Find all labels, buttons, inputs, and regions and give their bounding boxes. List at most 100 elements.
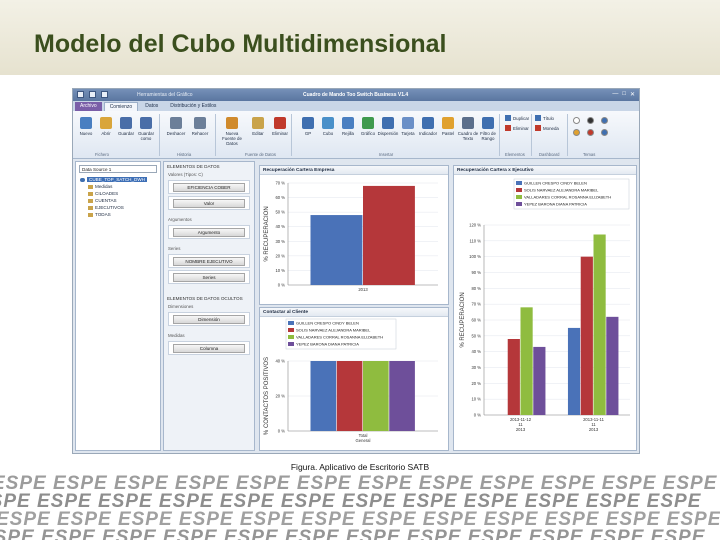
argument-item[interactable]: Argumento bbox=[173, 227, 245, 237]
series-item-nombre-ejecutivo[interactable]: NOMBRE EJECUTIVO bbox=[173, 256, 245, 266]
tree-root-cube[interactable]: CUBE_TOP_SATCH_DWH bbox=[80, 176, 160, 183]
y-tick-label: 0 % bbox=[278, 429, 285, 434]
bar bbox=[520, 307, 533, 415]
scatter-button[interactable]: Dispersión bbox=[377, 117, 399, 136]
hidden-items-header: Elementos de Datos Ocultos bbox=[167, 296, 243, 301]
remove-icon bbox=[505, 125, 511, 131]
data-source-select[interactable]: Data Source 1 bbox=[79, 165, 157, 173]
tree-item[interactable]: CILOADES bbox=[80, 190, 160, 197]
ribbon-button-label: Gráfico bbox=[360, 131, 376, 136]
save-as-button[interactable]: Guardar como bbox=[135, 117, 157, 141]
tab-datos[interactable]: Datos bbox=[140, 102, 163, 111]
y-tick-label: 90 % bbox=[471, 270, 481, 275]
series-item-series[interactable]: Series bbox=[173, 272, 245, 282]
ribbon-button-label: Rejilla bbox=[342, 131, 354, 136]
dimension-item[interactable]: Dimensión bbox=[173, 314, 245, 324]
currency-icon bbox=[535, 125, 541, 131]
app-menu-icon[interactable] bbox=[77, 91, 84, 98]
chart-contactar: 0 %20 %40 %% CONTACTOS POSITIVOSTotalGen… bbox=[264, 318, 438, 443]
small-button-label: Moneda bbox=[543, 125, 559, 131]
tree-item[interactable]: Medidas bbox=[80, 183, 160, 190]
y-tick-label: 0 % bbox=[278, 283, 285, 288]
y-tick-label: 40 % bbox=[471, 349, 481, 354]
theme-swatch-icon[interactable] bbox=[573, 117, 580, 124]
y-axis-label: % RECUPERACION bbox=[264, 206, 270, 261]
window-controls: — □ ✕ bbox=[612, 91, 635, 98]
espe-watermark: ESPE ESPE ESPE ESPE ESPE ESPE ESPE ESPE … bbox=[0, 471, 720, 540]
data-source-button[interactable]: Nueva Fuente de Datos bbox=[221, 117, 243, 146]
currency-button[interactable]: Moneda bbox=[535, 125, 559, 131]
tab-archivo[interactable]: Archivo bbox=[75, 102, 102, 111]
pivot-icon bbox=[302, 117, 314, 129]
tab-distribucion[interactable]: Distribución y Estilos bbox=[165, 102, 221, 111]
close-icon[interactable]: ✕ bbox=[630, 91, 635, 98]
data-items-panel: Elementos de Datos Valores (Tipos: C) EF… bbox=[163, 161, 255, 451]
ribbon-button-label: Filtro de Rango bbox=[480, 131, 496, 141]
maximize-icon[interactable]: □ bbox=[622, 91, 626, 98]
tree-item-label: Medidas bbox=[95, 184, 113, 189]
quick-undo-icon[interactable] bbox=[101, 91, 108, 98]
x-tick-label: 2013 bbox=[589, 427, 599, 432]
value-item-valor[interactable]: Valor bbox=[173, 198, 245, 208]
card-button[interactable]: Tarjeta bbox=[397, 117, 419, 136]
tree-item-label: CILOADES bbox=[95, 191, 119, 196]
window-titlebar: Herramientas del Gráfico Cuadro de Mando… bbox=[73, 89, 639, 101]
gauge-button[interactable]: Indicador bbox=[417, 117, 439, 136]
legend-swatch bbox=[516, 181, 522, 185]
bar bbox=[310, 361, 337, 431]
tree-item[interactable]: EJECUTIVOS bbox=[80, 204, 160, 211]
theme-swatch-icon[interactable] bbox=[587, 117, 594, 124]
cube-icon bbox=[322, 117, 334, 129]
series-well-2: Series bbox=[168, 270, 250, 284]
theme-swatch-icon[interactable] bbox=[601, 117, 608, 124]
redo-icon bbox=[194, 117, 206, 129]
range-filter-button[interactable]: Filtro de Rango bbox=[477, 117, 499, 141]
tree-item[interactable]: CUENTAS bbox=[80, 197, 160, 204]
duplicate-icon bbox=[505, 115, 511, 121]
edit-button[interactable]: Editar bbox=[247, 117, 269, 136]
folder-icon bbox=[88, 205, 93, 210]
gauge-icon bbox=[422, 117, 434, 129]
duplicate-button[interactable]: Duplicar bbox=[505, 115, 529, 121]
undo-button[interactable]: Deshacer bbox=[165, 117, 187, 136]
quick-save-icon[interactable] bbox=[89, 91, 96, 98]
legend-swatch bbox=[288, 342, 294, 346]
series-well: NOMBRE EJECUTIVO bbox=[168, 254, 250, 268]
small-button-label: Duplicar bbox=[513, 115, 530, 121]
cube-button[interactable]: Cubo bbox=[317, 117, 339, 136]
y-tick-label: 40 % bbox=[275, 224, 285, 229]
value-item-eficiencia[interactable]: EFICIENCIA COBER bbox=[173, 182, 245, 192]
theme-swatch-icon[interactable] bbox=[587, 129, 594, 136]
remove-button[interactable]: Eliminar bbox=[505, 125, 529, 131]
delete-button[interactable]: Eliminar bbox=[269, 117, 291, 136]
grid-button[interactable]: Rejilla bbox=[337, 117, 359, 136]
ribbon-button-label: Abrir bbox=[101, 131, 111, 136]
title-button[interactable]: Título bbox=[535, 115, 554, 121]
bar bbox=[580, 256, 593, 415]
chart-button[interactable]: Gráfico bbox=[357, 117, 379, 136]
pie-button[interactable]: Pastel bbox=[437, 117, 459, 136]
pivot-button[interactable]: GP bbox=[297, 117, 319, 136]
measures-well: Columna bbox=[168, 341, 250, 355]
measure-item[interactable]: Columna bbox=[173, 343, 245, 353]
open-folder-button[interactable]: Abrir bbox=[95, 117, 117, 136]
scatter-icon bbox=[382, 117, 394, 129]
minimize-icon[interactable]: — bbox=[612, 91, 618, 98]
save-button[interactable]: Guardar bbox=[115, 117, 137, 136]
data-source-panel: Data Source 1 CUBE_TOP_SATCH_DWH Medidas C… bbox=[75, 161, 161, 451]
tab-comienzo[interactable]: Comienzo bbox=[103, 102, 139, 111]
ribbon-group-label: Historia bbox=[177, 152, 192, 157]
tree-item[interactable]: TODAS bbox=[80, 211, 160, 218]
bar bbox=[533, 346, 546, 415]
watermark-row: ESPE ESPE ESPE ESPE ESPE ESPE ESPE ESPE … bbox=[0, 527, 706, 540]
y-tick-label: 60 % bbox=[275, 195, 285, 200]
ribbon-button-label: Cubo bbox=[322, 131, 334, 136]
ribbon-separator bbox=[291, 114, 292, 156]
redo-button[interactable]: Rehacer bbox=[189, 117, 211, 136]
theme-swatch-icon[interactable] bbox=[573, 129, 580, 136]
legend-label: YEPEZ BARONA DIANA PATRICIA bbox=[296, 342, 359, 347]
theme-swatch-icon[interactable] bbox=[601, 129, 608, 136]
ribbon-separator bbox=[215, 114, 216, 156]
textbox-button[interactable]: Cuadro de Texto bbox=[457, 117, 479, 141]
new-file-button[interactable]: Nuevo bbox=[75, 117, 97, 136]
